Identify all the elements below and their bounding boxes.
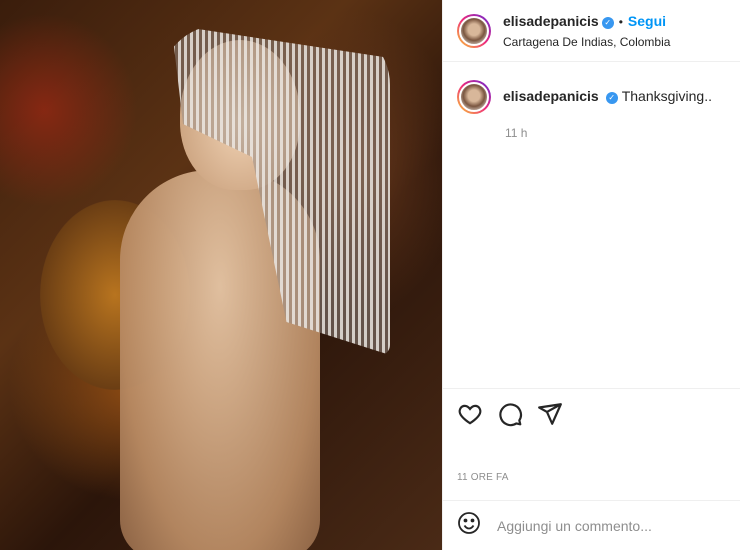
caption-row: elisadepanicis ✓ Thanksgiving.. [443, 62, 740, 114]
caption-text: elisadepanicis ✓ Thanksgiving.. [503, 80, 712, 114]
post-sidebar: elisadepanicis ✓ • Segui Cartagena De India… [442, 0, 740, 550]
follow-button[interactable]: Segui [628, 13, 666, 29]
username-link[interactable]: elisadepanicis [503, 13, 599, 29]
action-bar [443, 388, 740, 444]
avatar[interactable] [457, 13, 491, 48]
emoji-icon[interactable] [457, 511, 481, 540]
heart-icon[interactable] [457, 401, 483, 432]
caption-avatar[interactable] [457, 80, 491, 114]
separator-dot: • [618, 14, 623, 29]
caption-username-link[interactable]: elisadepanicis [503, 88, 599, 104]
paper-plane-icon[interactable] [537, 401, 563, 432]
comment-bar [443, 500, 740, 550]
post-timestamp[interactable]: 11 ORE FA [457, 472, 509, 483]
comment-input[interactable] [495, 516, 699, 535]
comment-icon[interactable] [497, 401, 523, 432]
caption-body: Thanksgiving.. [621, 88, 712, 104]
caption-verified-icon: ✓ [605, 92, 618, 104]
caption-time: 11 h [505, 126, 528, 140]
post-header: elisadepanicis ✓ • Segui Cartagena De India… [443, 0, 740, 62]
post-photo[interactable] [0, 0, 442, 550]
location-link[interactable]: Cartagena De Indias, Colombia [503, 35, 670, 50]
verified-icon: ✓ [601, 16, 614, 29]
instagram-post: elisadepanicis ✓ • Segui Cartagena De India… [0, 0, 740, 550]
